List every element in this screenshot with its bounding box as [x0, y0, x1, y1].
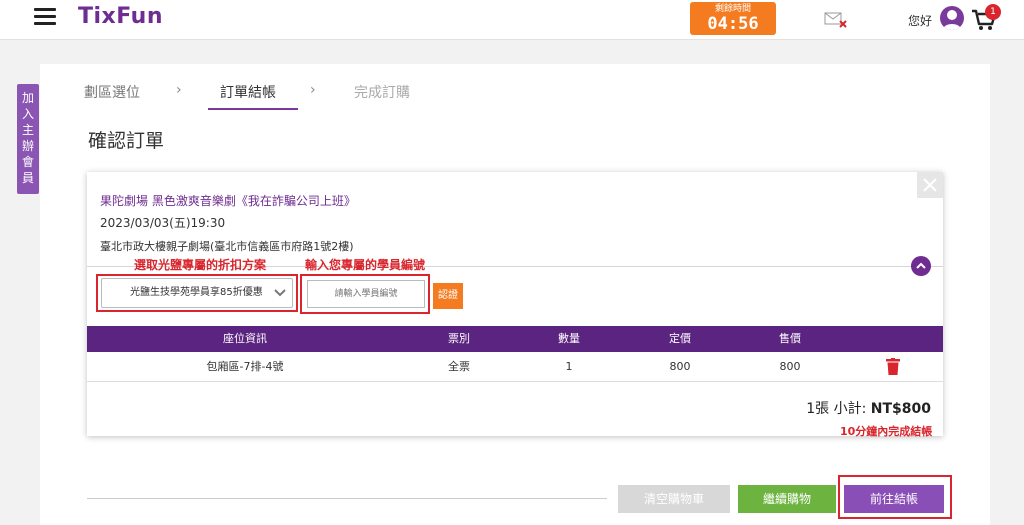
mail-error-icon[interactable]: [824, 12, 848, 28]
step-complete: 完成訂購: [354, 85, 410, 101]
step-checkout: 訂單結帳: [220, 85, 276, 101]
continue-shopping-button[interactable]: 繼續購物: [738, 485, 836, 513]
subtotal-amount: NT$800: [870, 401, 931, 417]
menu-icon[interactable]: [34, 8, 56, 26]
order-subtotal: 1張 小計: NT$800: [806, 398, 931, 418]
subtotal-label: 1張 小計:: [806, 401, 867, 417]
event-title: 果陀劇場 黑色激爽音樂劇《我在詐騙公司上班》: [100, 194, 356, 208]
checkout-highlight-box: [838, 475, 952, 519]
tixfun-logo[interactable]: TixFun: [78, 4, 163, 29]
step-separator-icon: ›: [310, 82, 316, 98]
join-organizer-tab[interactable]: 加入主辦會員: [17, 84, 39, 194]
header-seat: 座位資訊: [223, 332, 267, 345]
header-list-price: 定價: [669, 332, 691, 345]
greeting-text: 您好: [908, 14, 933, 28]
header-quantity: 數量: [558, 332, 580, 345]
checkout-panel: 劃區選位 › 訂單結帳 › 完成訂購 確認訂單 果陀劇場 黑色激爽音樂劇《我在詐…: [40, 64, 990, 525]
seat-info: 包廂區-7排-4號: [206, 360, 284, 373]
active-step-underline: [208, 108, 298, 110]
header-price: 售價: [779, 332, 801, 345]
trash-icon[interactable]: [886, 358, 900, 375]
cart-count-badge: 1: [985, 4, 1001, 20]
discount-hint-annotation: 選取光鹽專屬的折扣方案: [134, 258, 267, 272]
timer-value: 04:56: [707, 14, 759, 34]
top-header: TixFun 剩餘時間 04:56 您好 1: [0, 0, 1024, 40]
event-venue: 臺北市政大樓親子劇場(臺北市信義區市府路1號2樓): [100, 240, 354, 253]
bottom-divider: [87, 498, 607, 499]
countdown-timer: 剩餘時間 04:56: [690, 2, 776, 35]
table-row: 包廂區-7排-4號 全票 1 800 800: [87, 352, 943, 382]
ticket-table-header: 座位資訊 票別 數量 定價 售價: [87, 326, 943, 352]
verify-button[interactable]: 認證: [433, 283, 463, 309]
quantity: 1: [565, 360, 573, 373]
sale-price: 800: [779, 360, 801, 373]
header-ticket-type: 票別: [448, 332, 470, 345]
step-separator-icon: ›: [176, 82, 182, 98]
member-highlight-box: [300, 274, 430, 314]
event-date: 2023/03/03(五)19:30: [100, 216, 226, 230]
collapse-button[interactable]: [911, 256, 931, 276]
close-button[interactable]: [917, 172, 943, 198]
close-icon: [923, 178, 937, 192]
clear-cart-button[interactable]: 清空購物車: [618, 485, 730, 513]
order-card: 果陀劇場 黑色激爽音樂劇《我在詐騙公司上班》 2023/03/03(五)19:3…: [87, 172, 943, 436]
discount-highlight-box: [96, 274, 298, 312]
time-limit-annotation: 10分鐘內完成結帳: [840, 425, 933, 438]
step-select-seat: 劃區選位: [84, 85, 140, 101]
user-avatar-icon[interactable]: [940, 6, 964, 30]
member-hint-annotation: 輸入您專屬的學員編號: [305, 258, 426, 272]
page-title: 確認訂單: [88, 130, 165, 152]
list-price: 800: [669, 360, 691, 373]
chevron-up-icon: [916, 262, 926, 269]
ticket-type: 全票: [448, 360, 470, 373]
